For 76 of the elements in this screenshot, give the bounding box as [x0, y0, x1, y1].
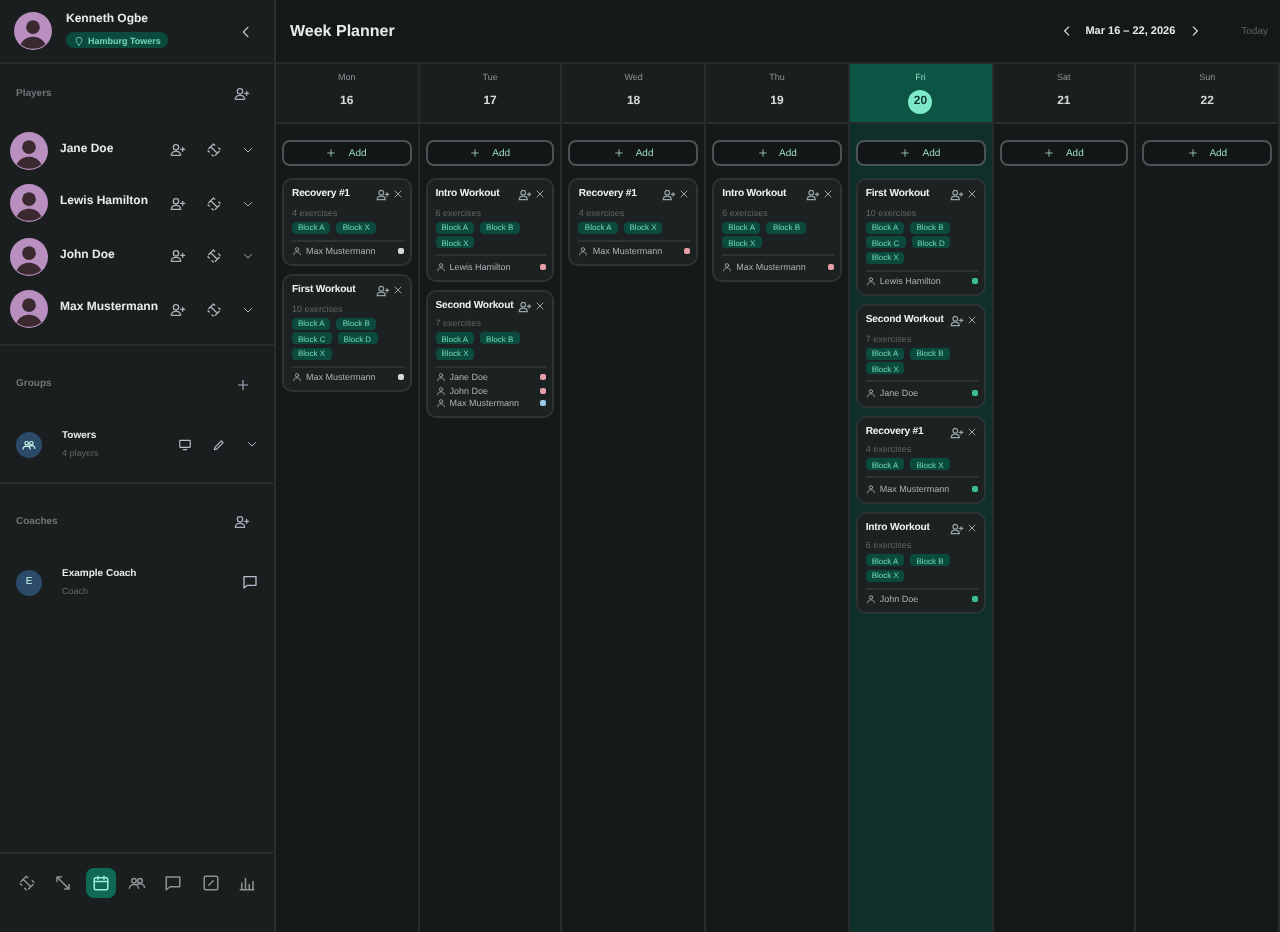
person-icon	[865, 594, 876, 605]
chevron-left-icon[interactable]	[238, 23, 254, 39]
plus-icon	[757, 148, 768, 158]
page-title: Week Planner	[290, 22, 397, 40]
chat-icon[interactable]	[242, 574, 258, 590]
assign-person-icon[interactable]	[949, 188, 964, 202]
chevron-left-icon	[1059, 24, 1074, 38]
close-icon[interactable]	[965, 521, 978, 533]
close-icon[interactable]	[391, 284, 404, 296]
chevron-down-icon[interactable]	[242, 197, 254, 210]
chevron-down-icon[interactable]	[246, 438, 258, 450]
add-player-icon[interactable]	[234, 86, 250, 102]
diagonal-arrows-icon[interactable]	[54, 873, 73, 891]
assign-person-icon[interactable]	[375, 284, 390, 298]
close-icon[interactable]	[391, 188, 404, 200]
chat-icon[interactable]	[164, 873, 183, 891]
pin-icon	[74, 35, 84, 45]
pencil-icon[interactable]	[212, 437, 226, 451]
assign-person-icon[interactable]	[662, 188, 677, 202]
assign-person-icon[interactable]	[170, 195, 186, 212]
bar-chart-icon[interactable]	[238, 873, 257, 891]
nav-button[interactable]	[85, 867, 116, 897]
assign-person-icon[interactable]	[949, 314, 964, 328]
person-icon	[435, 261, 446, 272]
close-icon[interactable]	[965, 425, 978, 437]
monitor-icon[interactable]	[178, 437, 192, 451]
assign-person-icon[interactable]	[170, 301, 186, 318]
person-icon	[865, 387, 876, 398]
person-icon	[578, 246, 589, 257]
chevron-down-icon[interactable]	[242, 144, 254, 157]
plus-icon	[900, 148, 911, 158]
chevron-down-icon[interactable]	[242, 250, 254, 263]
plus-icon	[1043, 148, 1054, 158]
close-icon[interactable]	[534, 188, 547, 200]
person-icon	[865, 483, 876, 494]
dumbbell-icon[interactable]	[206, 301, 222, 318]
people-icon	[22, 437, 36, 451]
person-icon	[292, 372, 302, 383]
player-avatar	[10, 237, 48, 276]
previous-week-button[interactable]	[1059, 24, 1074, 38]
person-icon	[722, 261, 733, 272]
dumbbell-icon[interactable]	[206, 195, 222, 212]
dumbbell-icon[interactable]	[17, 873, 36, 891]
close-icon[interactable]	[965, 188, 978, 200]
assign-person-icon[interactable]	[170, 248, 186, 265]
assign-person-icon[interactable]	[170, 142, 186, 159]
user-avatar	[14, 12, 52, 50]
assign-person-icon[interactable]	[949, 521, 964, 535]
assign-person-icon[interactable]	[805, 188, 820, 202]
close-icon[interactable]	[534, 299, 547, 311]
plus-icon	[470, 148, 481, 158]
calendar-icon[interactable]	[91, 873, 110, 891]
assign-person-icon[interactable]	[949, 425, 964, 439]
next-week-button[interactable]	[1187, 24, 1202, 38]
assign-person-icon[interactable]	[518, 299, 533, 313]
plus-icon	[326, 148, 337, 158]
close-icon[interactable]	[678, 188, 691, 200]
person-icon	[865, 276, 876, 287]
assign-person-icon[interactable]	[375, 188, 390, 202]
add-coach-icon[interactable]	[234, 514, 250, 530]
player-avatar	[10, 131, 48, 170]
people-icon[interactable]	[127, 873, 146, 891]
edit-icon[interactable]	[201, 873, 220, 891]
plus-icon	[1187, 148, 1198, 158]
player-avatar	[10, 290, 48, 329]
chevron-right-icon	[1187, 24, 1202, 38]
player-avatar	[10, 184, 48, 223]
chevron-down-icon[interactable]	[242, 303, 254, 316]
dumbbell-icon[interactable]	[206, 142, 222, 159]
dumbbell-icon[interactable]	[206, 248, 222, 265]
assign-person-icon[interactable]	[518, 188, 533, 202]
plus-icon[interactable]	[236, 377, 250, 391]
person-icon	[292, 246, 302, 257]
plus-icon	[613, 148, 624, 158]
close-icon[interactable]	[965, 314, 978, 326]
close-icon[interactable]	[821, 188, 834, 200]
